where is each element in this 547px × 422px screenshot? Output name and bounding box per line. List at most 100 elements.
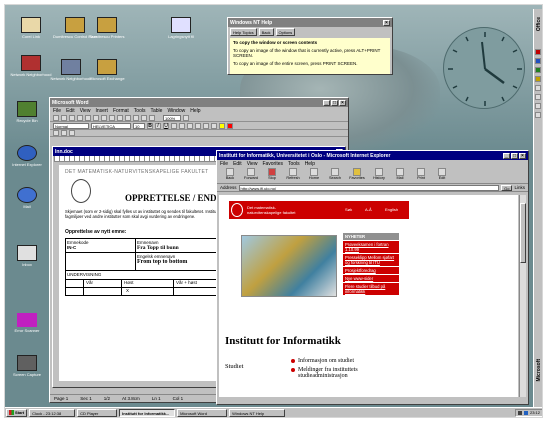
copy-icon[interactable]: [109, 114, 115, 121]
news-item[interactable]: Nye www-sider: [343, 275, 399, 282]
taskbar-item[interactable]: Microsoft Word: [177, 408, 228, 417]
history-button[interactable]: History: [370, 168, 388, 182]
menu-format[interactable]: Format: [113, 108, 129, 114]
taskbar-item-active[interactable]: Institutt for Informatikk...: [119, 408, 176, 417]
menu-help[interactable]: Help: [190, 108, 200, 114]
undo-icon[interactable]: [125, 114, 131, 121]
bold-icon[interactable]: B: [147, 122, 153, 129]
office-button-icon[interactable]: [535, 103, 541, 109]
menu-favorites[interactable]: Favorites: [262, 161, 283, 167]
list-item[interactable]: Informasjon om studiet: [291, 358, 401, 365]
maximize-icon[interactable]: □: [511, 152, 518, 159]
menu-table[interactable]: Table: [150, 108, 162, 114]
list-item[interactable]: Meldinger fra instituttets studieadminis…: [291, 367, 401, 380]
menu-view[interactable]: View: [80, 108, 91, 114]
print-button[interactable]: Print: [412, 168, 430, 182]
news-item[interactable]: Flere studier tilbud på informatikk: [343, 283, 399, 295]
word-titlebar[interactable]: Microsoft Word _ □ ×: [50, 98, 348, 107]
banner-link-az[interactable]: A-Å: [365, 207, 372, 212]
ie-scrollbar[interactable]: [519, 195, 526, 397]
italic-icon[interactable]: I: [155, 122, 161, 129]
style-select[interactable]: Normal: [53, 122, 89, 129]
close-icon[interactable]: ×: [383, 19, 390, 26]
menu-tools[interactable]: Tools: [288, 161, 300, 167]
go-button[interactable]: Go: [501, 184, 513, 191]
help-icon[interactable]: [183, 114, 189, 121]
search-button[interactable]: Search: [326, 168, 344, 182]
justify-icon[interactable]: [195, 122, 201, 129]
menu-edit[interactable]: Edit: [66, 108, 75, 114]
desktop-icon-ie[interactable]: Internet Explorer: [5, 145, 49, 167]
help-options-button[interactable]: Options: [275, 28, 296, 36]
close-icon[interactable]: ×: [339, 99, 346, 106]
font-select[interactable]: HELVETICA: [91, 122, 131, 129]
desktop-icon-inbox[interactable]: Inbox: [5, 245, 49, 267]
paste-icon[interactable]: [117, 114, 123, 121]
office-shortcut-bar[interactable]: Office Microsoft: [533, 9, 542, 407]
toolbar-icon[interactable]: [69, 130, 75, 136]
zoom-select[interactable]: 100%: [163, 114, 181, 121]
taskbar-item[interactable]: Windows NT Help: [229, 408, 286, 417]
cut-icon[interactable]: [101, 114, 107, 121]
menu-window[interactable]: Window: [167, 108, 185, 114]
ie-titlebar[interactable]: Institutt for Informatikk, Universitetet…: [217, 151, 528, 160]
help-titlebar[interactable]: Windows NT Help ×: [228, 18, 392, 27]
address-input[interactable]: http://www.ifi.uio.no/: [238, 184, 500, 191]
banner-link-english[interactable]: English: [385, 207, 398, 212]
back-button[interactable]: Back: [221, 168, 239, 182]
office-button-icon[interactable]: [535, 58, 541, 64]
desktop-icon-exchange[interactable]: Microsoft Exchange: [85, 59, 129, 81]
forward-button[interactable]: Forward: [242, 168, 260, 182]
menu-help[interactable]: Help: [305, 161, 315, 167]
columns-icon[interactable]: [149, 114, 155, 121]
save-icon[interactable]: [69, 114, 75, 121]
print-icon[interactable]: [77, 114, 83, 121]
office-button-icon[interactable]: [535, 94, 541, 100]
open-icon[interactable]: [61, 114, 67, 121]
menu-view[interactable]: View: [247, 161, 258, 167]
desktop-icon-recycle-bin[interactable]: Recycle Bin: [5, 101, 49, 123]
news-item[interactable]: Presseklipp Mellom sjøfart og forskning …: [343, 254, 399, 266]
help-window[interactable]: Windows NT Help × Help Topics Back Optio…: [227, 17, 393, 75]
desktop-icon-network[interactable]: Network Neighborhood: [9, 55, 53, 77]
toolbar-icon[interactable]: [53, 130, 59, 136]
scroll-thumb[interactable]: [520, 203, 526, 263]
office-button-icon[interactable]: [535, 76, 541, 82]
menu-tools[interactable]: Tools: [134, 108, 146, 114]
edit-button[interactable]: Edit: [433, 168, 451, 182]
desktop-icon-screen-capture[interactable]: Screen Capture: [5, 355, 49, 377]
preview-icon[interactable]: [85, 114, 91, 121]
menu-insert[interactable]: Insert: [95, 108, 108, 114]
toolbar-icon[interactable]: [61, 130, 67, 136]
links-label[interactable]: Links: [514, 185, 525, 190]
desktop-icon-printers[interactable]: Dumitrescu Printers: [85, 17, 129, 39]
desktop-icon-mail[interactable]: Mail: [5, 187, 49, 209]
news-item[interactable]: Prøveeksamen i fortran 1.10.99: [343, 241, 399, 253]
help-back-button[interactable]: Back: [258, 28, 274, 36]
spelling-icon[interactable]: [93, 114, 99, 121]
office-button-icon[interactable]: [535, 49, 541, 55]
size-select[interactable]: 10: [133, 122, 145, 129]
align-right-icon[interactable]: [187, 122, 193, 129]
maximize-icon[interactable]: □: [331, 99, 338, 106]
favorites-button[interactable]: Favorites: [347, 168, 367, 182]
tray-clock[interactable]: 23:12: [530, 410, 540, 415]
ie-window[interactable]: Institutt for Informatikk, Universitetet…: [216, 150, 529, 405]
network-icon[interactable]: [523, 410, 528, 415]
minimize-icon[interactable]: _: [503, 152, 510, 159]
menu-file[interactable]: File: [220, 161, 228, 167]
menu-edit[interactable]: Edit: [233, 161, 242, 167]
start-button[interactable]: Start: [6, 408, 28, 417]
desktop-icon-corel[interactable]: Corel Link: [9, 17, 53, 39]
new-icon[interactable]: [53, 114, 59, 121]
desktop-icon-document[interactable]: Lagringsnytt fil: [159, 17, 203, 39]
help-topics-button[interactable]: Help Topics: [230, 28, 257, 36]
bullets-icon[interactable]: [211, 122, 217, 129]
refresh-button[interactable]: Refresh: [284, 168, 302, 182]
redo-icon[interactable]: [133, 114, 139, 121]
banner-link-search[interactable]: Søk: [345, 207, 352, 212]
taskbar-item[interactable]: CD Player: [77, 408, 118, 417]
table-icon[interactable]: [141, 114, 147, 121]
mail-button[interactable]: Mail: [391, 168, 409, 182]
numbering-icon[interactable]: [203, 122, 209, 129]
